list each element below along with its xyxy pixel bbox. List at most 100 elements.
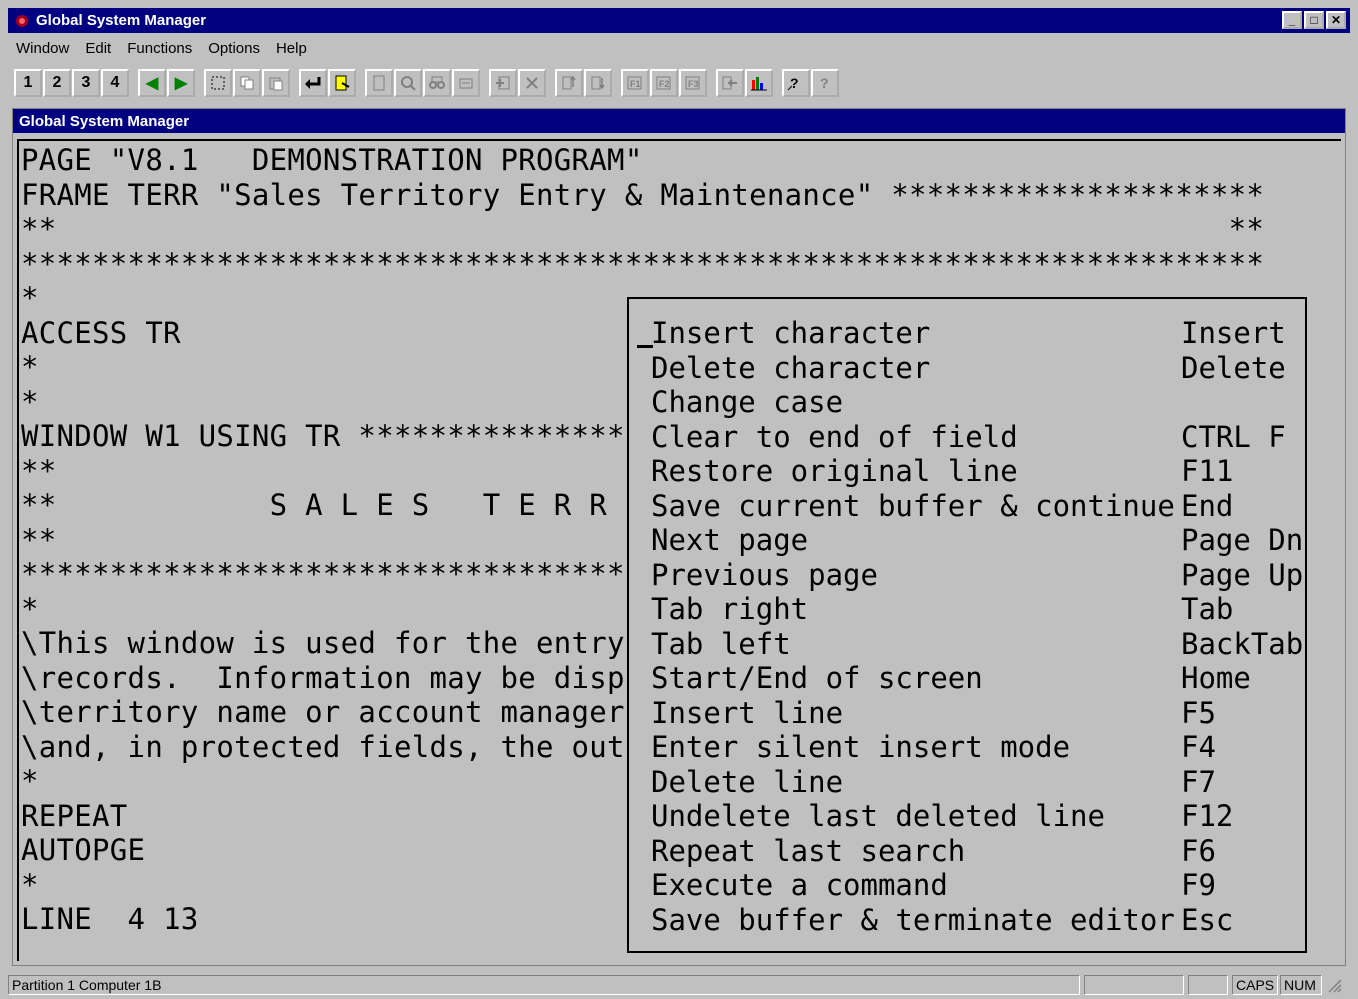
help-row: Next page Page Dn	[629, 523, 1305, 557]
menu-bar: Window Edit Functions Options Help	[8, 35, 1350, 61]
paste-icon[interactable]	[262, 69, 290, 97]
partition-1-button[interactable]: 1	[14, 69, 42, 97]
terminal-line: REPEAT	[21, 798, 128, 833]
resize-grip-icon[interactable]	[1324, 975, 1344, 995]
svg-text:?: ?	[790, 75, 799, 91]
bar-chart-icon[interactable]	[745, 69, 773, 97]
child-titlebar[interactable]: Global System Manager	[13, 109, 1345, 133]
help-key: Delete	[1181, 350, 1286, 385]
help-key: F7	[1181, 764, 1216, 799]
help-key: F11	[1181, 454, 1234, 488]
f1-icon[interactable]: F1	[621, 69, 649, 97]
copy-icon[interactable]	[233, 69, 261, 97]
binoculars-icon[interactable]	[423, 69, 451, 97]
status-pane-empty-2	[1188, 975, 1228, 995]
help-row: Tab left BackTab	[629, 627, 1305, 661]
add-row-icon[interactable]	[489, 69, 517, 97]
help-action: Clear to end of field	[651, 419, 1018, 454]
help-row: Restore original line F11	[629, 454, 1305, 488]
help-action: Execute a command	[651, 868, 948, 902]
terminal-line: **	[21, 453, 57, 488]
menu-functions[interactable]: Functions	[119, 40, 200, 57]
svg-text:?: ?	[820, 75, 829, 91]
close-button[interactable]: ✕	[1326, 11, 1346, 29]
menu-edit[interactable]: Edit	[77, 40, 119, 57]
terminal-line: ** S A L E S T E R R I	[21, 488, 643, 522]
terminal-line: *	[21, 350, 39, 384]
terminal-line: *	[21, 867, 39, 902]
help-action: Repeat last search	[651, 833, 966, 868]
app-icon[interactable]	[14, 13, 30, 29]
toolbar: 1 2 3 4 ◀ ▶ F1 F2 F3 ? ?	[14, 66, 1348, 100]
help-action: Previous page	[651, 557, 878, 592]
help-key: F9	[1181, 868, 1216, 902]
menu-window[interactable]: Window	[8, 40, 77, 57]
help-action: Insert character	[651, 316, 931, 350]
maximize-button[interactable]: □	[1304, 11, 1324, 29]
help-row: Insert line F5	[629, 696, 1305, 730]
terminal-line: ACCESS TR	[21, 315, 181, 350]
delete-icon[interactable]	[518, 69, 546, 97]
help-action: Save buffer & terminate editor	[651, 902, 1175, 937]
help-key: CTRL F	[1181, 419, 1286, 454]
select-icon[interactable]	[204, 69, 232, 97]
terminal-line: \territory name or account manager.	[21, 695, 643, 729]
terminal-line: *	[21, 281, 39, 315]
status-caps: CAPS	[1232, 975, 1278, 995]
help-action: Tab left	[651, 626, 791, 661]
minimize-button[interactable]: _	[1282, 11, 1302, 29]
terminal-line: *	[21, 384, 39, 419]
help-row: Save current buffer & continue End	[629, 489, 1305, 523]
svg-text:F3: F3	[688, 79, 699, 89]
partition-4-button[interactable]: 4	[101, 69, 129, 97]
enter-icon[interactable]	[299, 69, 327, 97]
f2-icon[interactable]: F2	[650, 69, 678, 97]
status-bar: Partition 1 Computer 1B CAPS NUM	[8, 973, 1350, 997]
menu-options[interactable]: Options	[200, 40, 268, 57]
find-icon[interactable]	[394, 69, 422, 97]
menu-help[interactable]: Help	[268, 40, 315, 57]
terminal-line: \and, in protected fields, the outst	[21, 729, 661, 764]
page-up-icon[interactable]	[555, 69, 583, 97]
help-row: Tab right Tab	[629, 592, 1305, 626]
terminal-line: LINE 4 13	[21, 902, 199, 936]
terminal-line: \This window is used for the entry a	[21, 626, 661, 660]
terminal-screen[interactable]: PAGE "V8.1 DEMONSTRATION PROGRAM" FRAME T…	[17, 139, 1341, 961]
help-row: Start/End of screen Home	[629, 661, 1305, 695]
help-key: Esc	[1181, 902, 1234, 937]
help-key: Page Dn	[1181, 523, 1304, 557]
help-action: Insert line	[651, 695, 844, 730]
status-pane-empty-1	[1084, 975, 1184, 995]
app-title: Global System Manager	[36, 12, 207, 29]
partition-2-button[interactable]: 2	[43, 69, 71, 97]
svg-text:F2: F2	[659, 79, 670, 89]
next-icon[interactable]: ▶	[167, 69, 195, 97]
app-titlebar[interactable]: Global System Manager _ □ ✕	[8, 8, 1350, 33]
window-controls: _ □ ✕	[1282, 11, 1346, 29]
status-num: NUM	[1280, 975, 1322, 995]
page-down-icon[interactable]	[584, 69, 612, 97]
help-action: Save current buffer & continue	[651, 488, 1175, 523]
terminal-line: *	[21, 764, 39, 798]
help-action: Next page	[651, 523, 809, 557]
help-row: Undelete last deleted line F12	[629, 799, 1305, 833]
help-key: Page Up	[1181, 557, 1304, 592]
terminal-line: AUTOPGE	[21, 833, 146, 867]
partition-3-button[interactable]: 3	[72, 69, 100, 97]
child-title: Global System Manager	[19, 112, 190, 130]
f3-icon[interactable]: F3	[679, 69, 707, 97]
escape-icon[interactable]	[716, 69, 744, 97]
terminal-line: ** **	[21, 212, 1265, 246]
document-icon[interactable]	[365, 69, 393, 97]
exit-door-icon[interactable]	[328, 69, 356, 97]
previous-icon[interactable]: ◀	[138, 69, 166, 97]
help-row: Delete line F7	[629, 765, 1305, 799]
help-key: Home	[1181, 661, 1251, 695]
help-action: Start/End of screen	[651, 661, 983, 695]
help-key: BackTab	[1181, 626, 1304, 661]
terminal-line: WINDOW W1 USING TR ****************	[21, 419, 643, 453]
help-row: Repeat last search F6	[629, 834, 1305, 868]
insert-line-icon[interactable]	[452, 69, 480, 97]
context-help-icon[interactable]: ?	[782, 69, 810, 97]
help-icon[interactable]: ?	[811, 69, 839, 97]
